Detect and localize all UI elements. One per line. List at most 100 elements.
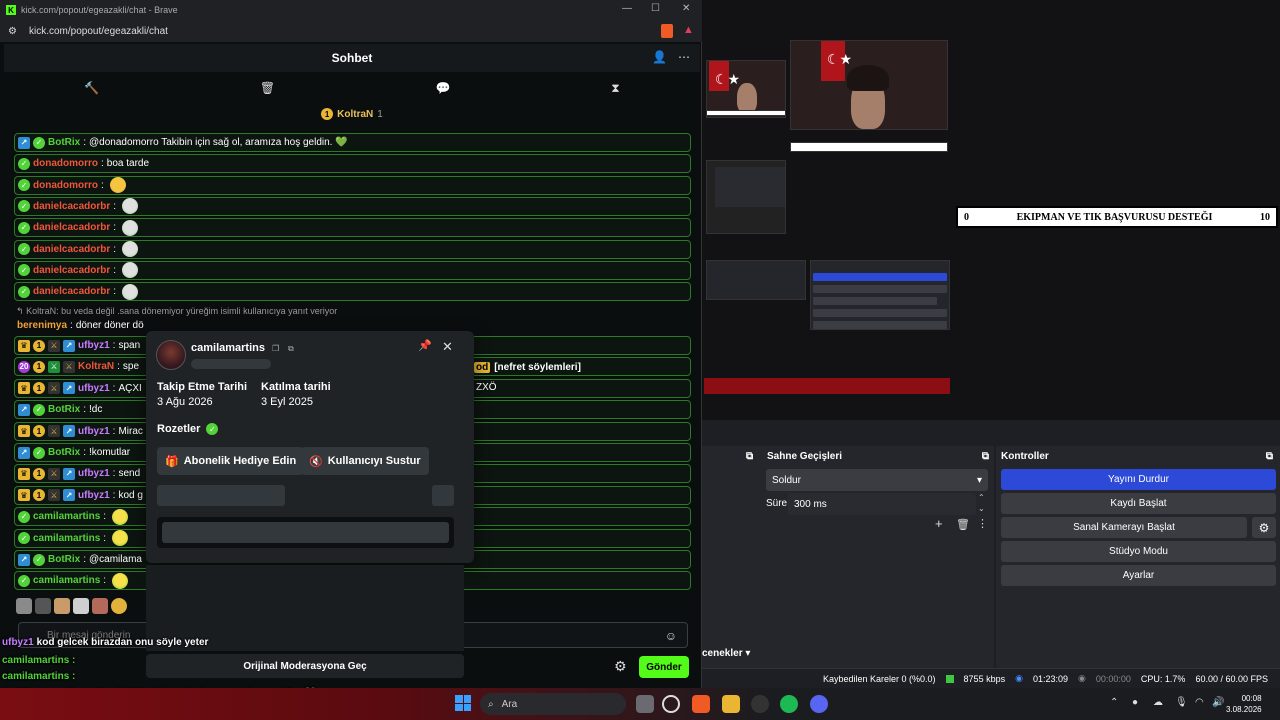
mute-icon: 🔇 (309, 455, 323, 468)
emote-icon[interactable] (111, 598, 127, 614)
chat-username[interactable]: berenimya (17, 320, 67, 331)
chat-message[interactable]: ✓ danielcacadorbr: (14, 260, 691, 280)
discord-icon[interactable] (810, 695, 828, 713)
maximize-icon[interactable]: ☐ (651, 3, 660, 14)
chat-username[interactable]: donadomorro (33, 180, 98, 191)
dock-float-icon[interactable]: ⧉ (746, 448, 756, 464)
minimize-icon[interactable]: — (622, 3, 632, 14)
chat-separator: : (103, 532, 107, 544)
emote-skull-icon (122, 219, 139, 236)
chat-username[interactable]: danielcacadorbr (33, 286, 110, 297)
add-transition-icon[interactable]: + (935, 516, 943, 531)
tray-app-icon[interactable]: ☁ (1153, 697, 1163, 708)
chat-username[interactable]: ufbyz1 (78, 490, 110, 501)
chat-username[interactable]: camilamartins (33, 575, 100, 586)
chat-username[interactable]: ufbyz1 (78, 468, 110, 479)
duration-input[interactable]: 300 ms (788, 493, 976, 515)
chat-username[interactable]: donadomorro (33, 158, 98, 169)
chat-text: kod g (118, 489, 143, 501)
chat-bubble-icon[interactable]: 💬 (436, 81, 451, 95)
emote-icon[interactable] (92, 598, 108, 614)
site-settings-icon[interactable]: ⚙ (8, 26, 17, 37)
windows-start-icon[interactable] (455, 695, 471, 711)
trash-icon[interactable]: 🗑 (956, 518, 970, 531)
chat-username[interactable]: danielcacadorbr (33, 201, 110, 212)
emote-icon[interactable] (35, 598, 51, 614)
pinned-user-bar[interactable]: 1 KoltraN 1 (4, 104, 700, 124)
emote-icon[interactable] (54, 598, 70, 614)
sources-fragment[interactable]: cenekler ▾ (702, 648, 750, 659)
close-card-icon[interactable]: ✕ (442, 339, 453, 355)
transition-select[interactable]: Soldur ▾ (766, 469, 988, 491)
brave-shields-icon[interactable] (661, 24, 673, 38)
chat-username[interactable]: BotRix (48, 137, 80, 148)
more-options-icon[interactable]: ⋯ (678, 50, 690, 64)
task-view-icon[interactable] (636, 695, 654, 713)
obs-icon[interactable] (751, 695, 769, 713)
chat-username[interactable]: camilamartins (33, 511, 100, 522)
brave-rewards-icon[interactable]: ▲ (683, 24, 695, 38)
emote-icon[interactable] (73, 598, 89, 614)
settings-button[interactable]: Ayarlar (1001, 565, 1276, 586)
studio-mode-button[interactable]: Stüdyo Modu (1001, 541, 1276, 562)
hourglass-icon[interactable]: ⧗ (611, 81, 619, 96)
brave-icon[interactable] (692, 695, 710, 713)
chat-username[interactable]: KoltraN (78, 361, 114, 372)
overlay-text: kod gelcek birazdan onu söyle yeter (36, 637, 209, 648)
chat-separator: : (101, 179, 104, 191)
chat-username[interactable]: danielcacadorbr (33, 244, 110, 255)
external-link-icon[interactable]: ⧉ (288, 344, 294, 354)
chat-username[interactable]: danielcacadorbr (33, 265, 110, 276)
duration-stepper[interactable]: ⌃ ⌄ (978, 492, 985, 514)
copy-icon[interactable]: ❐ (272, 344, 279, 353)
gift-sub-button[interactable]: 🎁 Abonelik Hediye Edin (157, 447, 305, 475)
emoji-picker-icon[interactable]: ☺ (665, 629, 677, 643)
chat-username[interactable]: BotRix (48, 404, 80, 415)
send-button[interactable]: Gönder (639, 656, 689, 678)
stop-stream-button[interactable]: Yayını Durdur (1001, 469, 1276, 490)
chat-username[interactable]: danielcacadorbr (33, 222, 110, 233)
dock-float-icon[interactable]: ⧉ (1266, 451, 1273, 462)
taskbar-clock[interactable]: 00:08 3.08.2026 (1226, 693, 1262, 715)
tray-app-icon[interactable]: ● (1132, 697, 1138, 708)
chat-username[interactable]: camilamartins (33, 533, 100, 544)
volume-icon[interactable]: 🔊 (1212, 697, 1224, 708)
user-list-icon[interactable]: 👤 (652, 50, 667, 64)
address-bar[interactable]: ⚙ kick.com/popout/egeazakli/chat (0, 20, 702, 42)
card-placeholder (432, 485, 454, 506)
close-icon[interactable]: ✕ (682, 3, 690, 14)
chat-username[interactable]: ufbyz1 (78, 383, 110, 394)
pin-icon[interactable]: 📌 (418, 339, 432, 352)
chatgpt-icon[interactable] (662, 695, 680, 713)
mute-user-button[interactable]: 🔇 Kullanıcıyı Sustur (301, 447, 429, 475)
microphone-icon[interactable]: 🎙 (1175, 697, 1188, 708)
search-icon: ⌕ (488, 698, 494, 710)
start-virtual-camera-button[interactable]: Sanal Kamerayı Başlat (1001, 517, 1247, 538)
file-explorer-icon[interactable] (722, 695, 740, 713)
chat-message[interactable]: ↗ ✓ BotRix: @donadomorro Takibin için sağ … (14, 133, 691, 152)
spotify-icon[interactable] (780, 695, 798, 713)
virtual-camera-gear-icon[interactable]: ⚙ (1252, 517, 1276, 538)
trash-icon[interactable]: 🗑 (260, 81, 275, 95)
emote-icon[interactable] (16, 598, 32, 614)
chat-message[interactable]: ✓ danielcacadorbr: (14, 196, 691, 216)
chat-message[interactable]: ✓ danielcacadorbr: (14, 218, 691, 238)
wifi-icon[interactable]: ◠ (1195, 697, 1204, 708)
original-moderation-button[interactable]: Orijinal Moderasyona Geç (146, 654, 464, 678)
more-icon[interactable]: ⋮ (977, 517, 988, 530)
chat-username[interactable]: ufbyz1 (78, 426, 110, 437)
chat-message[interactable]: ✓ donadomorro: boa tarde (14, 154, 691, 174)
chat-username[interactable]: BotRix (48, 447, 80, 458)
chat-username[interactable]: BotRix (48, 554, 80, 565)
chat-message[interactable]: ✓ danielcacadorbr: (14, 282, 691, 302)
taskbar-search[interactable]: ⌕ Ara (480, 693, 626, 715)
dock-float-icon[interactable]: ⧉ (982, 451, 989, 462)
chat-settings-gear-icon[interactable]: ⚙ (614, 658, 627, 675)
chat-message[interactable]: ✓ donadomorro: (14, 175, 691, 195)
start-recording-button[interactable]: Kaydı Başlat (1001, 493, 1276, 514)
tray-chevron-icon[interactable]: ⌃ (1110, 697, 1118, 708)
ban-hammer-icon[interactable]: 🔨 (84, 81, 99, 95)
chat-username[interactable]: ufbyz1 (78, 340, 110, 351)
chat-message[interactable]: ✓ danielcacadorbr: (14, 239, 691, 259)
nested-transitions (706, 260, 806, 300)
